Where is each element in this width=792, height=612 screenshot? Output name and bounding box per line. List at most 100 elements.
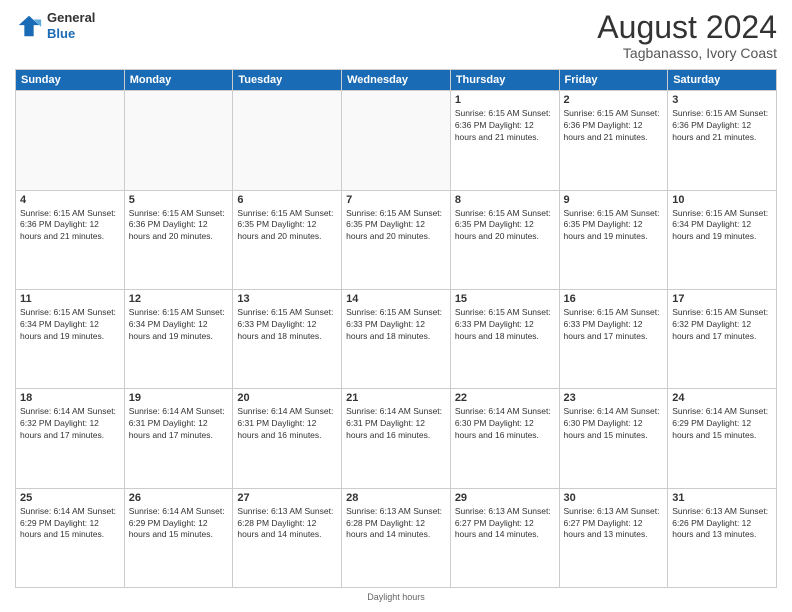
day-number: 25	[20, 492, 120, 504]
day-info: Sunrise: 6:13 AM Sunset: 6:27 PM Dayligh…	[455, 506, 555, 542]
calendar-cell: 1Sunrise: 6:15 AM Sunset: 6:36 PM Daylig…	[450, 91, 559, 190]
calendar-cell: 12Sunrise: 6:15 AM Sunset: 6:34 PM Dayli…	[124, 289, 233, 388]
day-number: 3	[672, 94, 772, 106]
weekday-header-cell: Tuesday	[233, 70, 342, 91]
day-number: 2	[564, 94, 664, 106]
footer-text: Daylight hours	[367, 592, 425, 602]
location-title: Tagbanasso, Ivory Coast	[597, 45, 777, 61]
day-info: Sunrise: 6:15 AM Sunset: 6:36 PM Dayligh…	[564, 108, 664, 144]
day-info: Sunrise: 6:15 AM Sunset: 6:35 PM Dayligh…	[237, 208, 337, 244]
weekday-header-cell: Friday	[559, 70, 668, 91]
day-number: 16	[564, 293, 664, 305]
day-info: Sunrise: 6:15 AM Sunset: 6:34 PM Dayligh…	[672, 208, 772, 244]
calendar-cell: 22 Sunrise: 6:14 AM Sunset: 6:30 PM Dayli…	[450, 389, 559, 488]
day-number: 13	[237, 293, 337, 305]
calendar-cell: 10 Sunrise: 6:15 AM Sunset: 6:34 PM Dayli…	[668, 190, 777, 289]
day-number: 18	[20, 392, 120, 404]
day-info: Sunrise: 6:14 AM Sunset: 6:29 PM Dayligh…	[20, 506, 120, 542]
day-number: 9	[564, 194, 664, 206]
day-info: Sunrise: 6:14 AM Sunset: 6:29 PM Dayligh…	[672, 406, 772, 442]
calendar-cell: 4 Sunrise: 6:15 AM Sunset: 6:36 PM Daylig…	[16, 190, 125, 289]
day-number: 26	[129, 492, 229, 504]
day-info: Sunrise: 6:15 AM Sunset: 6:32 PM Dayligh…	[672, 307, 772, 343]
day-info: Sunrise: 6:14 AM Sunset: 6:29 PM Dayligh…	[129, 506, 229, 542]
header: General Blue August 2024 Tagbanasso, Ivo…	[15, 10, 777, 61]
weekday-header-cell: Sunday	[16, 70, 125, 91]
weekday-header-cell: Saturday	[668, 70, 777, 91]
calendar-cell: 5Sunrise: 6:15 AM Sunset: 6:36 PM Daylig…	[124, 190, 233, 289]
day-info: Sunrise: 6:15 AM Sunset: 6:35 PM Dayligh…	[455, 208, 555, 244]
day-info: Sunrise: 6:15 AM Sunset: 6:35 PM Dayligh…	[346, 208, 446, 244]
calendar-cell: 31 Sunrise: 6:13 AM Sunset: 6:26 PM Dayli…	[668, 488, 777, 587]
day-info: Sunrise: 6:13 AM Sunset: 6:28 PM Dayligh…	[346, 506, 446, 542]
page: General Blue August 2024 Tagbanasso, Ivo…	[0, 0, 792, 612]
logo-icon	[15, 12, 43, 40]
day-number: 7	[346, 194, 446, 206]
day-number: 22	[455, 392, 555, 404]
month-title: August 2024	[597, 10, 777, 45]
calendar-cell: 6 Sunrise: 6:15 AM Sunset: 6:35 PM Daylig…	[233, 190, 342, 289]
day-number: 21	[346, 392, 446, 404]
title-block: August 2024 Tagbanasso, Ivory Coast	[597, 10, 777, 61]
calendar-cell: 26 Sunrise: 6:14 AM Sunset: 6:29 PM Dayli…	[124, 488, 233, 587]
day-number: 20	[237, 392, 337, 404]
day-number: 28	[346, 492, 446, 504]
day-info: Sunrise: 6:14 AM Sunset: 6:32 PM Dayligh…	[20, 406, 120, 442]
day-number: 19	[129, 392, 229, 404]
day-number: 29	[455, 492, 555, 504]
day-number: 30	[564, 492, 664, 504]
calendar-cell: 3 Sunrise: 6:15 AM Sunset: 6:36 PM Daylig…	[668, 91, 777, 190]
day-number: 17	[672, 293, 772, 305]
logo: General Blue	[15, 10, 95, 41]
calendar-cell: 20 Sunrise: 6:14 AM Sunset: 6:31 PM Dayli…	[233, 389, 342, 488]
day-info: Sunrise: 6:14 AM Sunset: 6:31 PM Dayligh…	[346, 406, 446, 442]
calendar-cell: 13 Sunrise: 6:15 AM Sunset: 6:33 PM Dayli…	[233, 289, 342, 388]
day-number: 11	[20, 293, 120, 305]
calendar-cell: 16 Sunrise: 6:15 AM Sunset: 6:33 PM Dayli…	[559, 289, 668, 388]
calendar-cell: 14 Sunrise: 6:15 AM Sunset: 6:33 PM Dayli…	[342, 289, 451, 388]
day-info: Sunrise: 6:14 AM Sunset: 6:30 PM Dayligh…	[455, 406, 555, 442]
calendar-cell: 2 Sunrise: 6:15 AM Sunset: 6:36 PM Daylig…	[559, 91, 668, 190]
day-info: Sunrise: 6:14 AM Sunset: 6:31 PM Dayligh…	[129, 406, 229, 442]
calendar-cell: 7 Sunrise: 6:15 AM Sunset: 6:35 PM Daylig…	[342, 190, 451, 289]
day-number: 27	[237, 492, 337, 504]
weekday-header-cell: Thursday	[450, 70, 559, 91]
calendar-cell: 17 Sunrise: 6:15 AM Sunset: 6:32 PM Dayli…	[668, 289, 777, 388]
day-info: Sunrise: 6:15 AM Sunset: 6:33 PM Dayligh…	[455, 307, 555, 343]
day-number: 12	[129, 293, 229, 305]
day-number: 6	[237, 194, 337, 206]
day-info: Sunrise: 6:14 AM Sunset: 6:30 PM Dayligh…	[564, 406, 664, 442]
logo-text: General Blue	[47, 10, 95, 41]
calendar-cell: 15Sunrise: 6:15 AM Sunset: 6:33 PM Dayli…	[450, 289, 559, 388]
calendar-cell	[233, 91, 342, 190]
day-info: Sunrise: 6:13 AM Sunset: 6:26 PM Dayligh…	[672, 506, 772, 542]
day-info: Sunrise: 6:15 AM Sunset: 6:36 PM Dayligh…	[20, 208, 120, 244]
day-number: 10	[672, 194, 772, 206]
day-number: 31	[672, 492, 772, 504]
day-info: Sunrise: 6:15 AM Sunset: 6:36 PM Dayligh…	[455, 108, 555, 144]
calendar-cell: 11 Sunrise: 6:15 AM Sunset: 6:34 PM Dayli…	[16, 289, 125, 388]
day-info: Sunrise: 6:13 AM Sunset: 6:28 PM Dayligh…	[237, 506, 337, 542]
calendar-cell: 21 Sunrise: 6:14 AM Sunset: 6:31 PM Dayli…	[342, 389, 451, 488]
calendar-cell: 28 Sunrise: 6:13 AM Sunset: 6:28 PM Dayli…	[342, 488, 451, 587]
calendar-cell: 25 Sunrise: 6:14 AM Sunset: 6:29 PM Dayli…	[16, 488, 125, 587]
day-info: Sunrise: 6:15 AM Sunset: 6:33 PM Dayligh…	[564, 307, 664, 343]
day-number: 24	[672, 392, 772, 404]
weekday-header-cell: Monday	[124, 70, 233, 91]
calendar-cell: 19 Sunrise: 6:14 AM Sunset: 6:31 PM Dayli…	[124, 389, 233, 488]
day-info: Sunrise: 6:15 AM Sunset: 6:33 PM Dayligh…	[237, 307, 337, 343]
calendar-table: SundayMondayTuesdayWednesdayThursdayFrid…	[15, 69, 777, 588]
calendar-cell: 30Sunrise: 6:13 AM Sunset: 6:27 PM Dayli…	[559, 488, 668, 587]
day-number: 4	[20, 194, 120, 206]
day-info: Sunrise: 6:14 AM Sunset: 6:31 PM Dayligh…	[237, 406, 337, 442]
day-info: Sunrise: 6:15 AM Sunset: 6:36 PM Dayligh…	[672, 108, 772, 144]
calendar-cell: 18 Sunrise: 6:14 AM Sunset: 6:32 PM Dayli…	[16, 389, 125, 488]
day-number: 14	[346, 293, 446, 305]
footer: Daylight hours	[15, 592, 777, 602]
day-number: 8	[455, 194, 555, 206]
calendar-cell: 24 Sunrise: 6:14 AM Sunset: 6:29 PM Dayli…	[668, 389, 777, 488]
calendar-cell: 29 Sunrise: 6:13 AM Sunset: 6:27 PM Dayli…	[450, 488, 559, 587]
day-info: Sunrise: 6:15 AM Sunset: 6:33 PM Dayligh…	[346, 307, 446, 343]
day-info: Sunrise: 6:15 AM Sunset: 6:35 PM Dayligh…	[564, 208, 664, 244]
day-info: Sunrise: 6:15 AM Sunset: 6:34 PM Dayligh…	[20, 307, 120, 343]
